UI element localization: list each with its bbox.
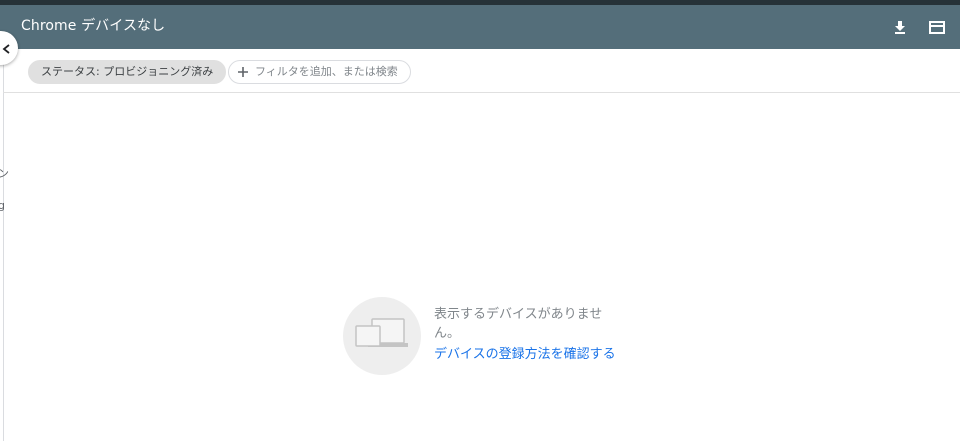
sidebar-text-fragment: g (0, 199, 5, 212)
page-title: Chrome デバイスなし (21, 18, 166, 34)
filter-bar: ステータス: プロビジョニング済み フィルタを追加、または検索 (3, 49, 960, 93)
download-button[interactable] (888, 15, 912, 39)
download-icon (893, 20, 907, 34)
app-header: Chrome デバイスなし (0, 5, 960, 49)
empty-state-message: 表示するデバイスがありません。 (434, 307, 603, 341)
plus-icon (237, 66, 249, 78)
sidebar-edge (3, 49, 4, 441)
status-filter-chip[interactable]: ステータス: プロビジョニング済み (28, 60, 227, 84)
empty-state-illustration (343, 297, 421, 375)
add-filter-placeholder: フィルタを追加、または検索 (255, 65, 398, 78)
credit-card-icon (929, 20, 945, 34)
add-filter-search-chip[interactable]: フィルタを追加、または検索 (228, 60, 411, 84)
devices-icon (354, 316, 410, 356)
manage-columns-button[interactable] (925, 15, 949, 39)
learn-enroll-link[interactable]: デバイスの登録方法を確認する (434, 345, 616, 364)
sidebar-text-fragment: ン (0, 167, 9, 180)
